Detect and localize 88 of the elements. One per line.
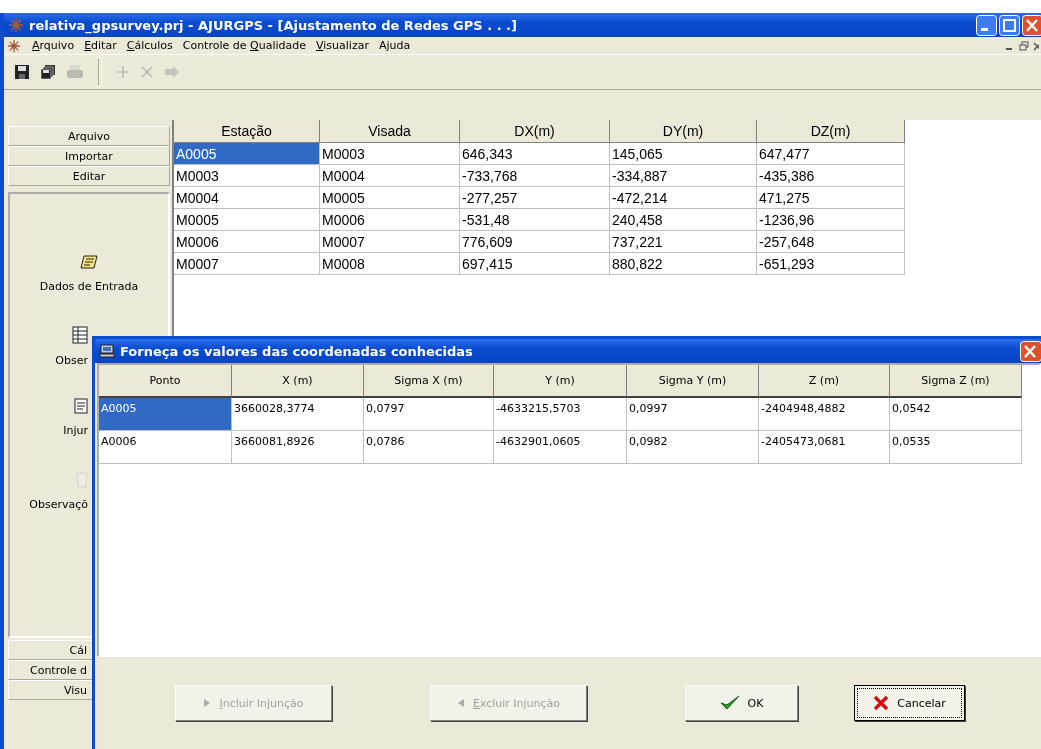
table-cell: 0,0797 (364, 398, 494, 431)
menu-item[interactable]: Visualizar (316, 39, 369, 52)
play-icon (203, 699, 212, 707)
table-cell: A0005 (174, 143, 320, 165)
column-header[interactable]: Visada (320, 120, 460, 143)
column-header[interactable]: Z (m) (759, 365, 890, 398)
close-icon[interactable] (1033, 40, 1039, 51)
column-header[interactable]: Y (m) (494, 365, 627, 398)
table-cell: 0,0982 (627, 431, 759, 464)
menu-item[interactable]: Ajuda (378, 39, 411, 52)
table-cell: 737,221 (610, 231, 757, 253)
table-cell: -472,214 (610, 187, 757, 209)
menu-item[interactable]: Cálculos (126, 39, 173, 52)
table-cell: M0005 (320, 187, 460, 209)
app-icon (8, 17, 24, 33)
sidebar-button[interactable]: Arquivo (8, 126, 170, 146)
form-icon (74, 398, 88, 414)
table-cell: -2405473,0681 (759, 431, 890, 464)
table-cell: -4632901,0605 (494, 431, 627, 464)
table-cell: 0,0997 (627, 398, 759, 431)
minimize-icon[interactable] (976, 14, 997, 36)
maximize-icon[interactable] (999, 14, 1020, 36)
column-header[interactable]: Sigma X (m) (364, 365, 494, 398)
column-header[interactable]: X (m) (232, 365, 364, 398)
table-icon (72, 326, 88, 344)
table-cell: -1236,96 (757, 209, 905, 231)
column-header[interactable]: DY(m) (610, 120, 757, 143)
table-cell: A0005 (99, 398, 232, 431)
back-icon (456, 699, 465, 707)
table-cell: 697,415 (460, 253, 610, 275)
table-cell: M0007 (320, 231, 460, 253)
table-cell: 3660028,3774 (232, 398, 364, 431)
sidebar-item[interactable]: Dados de Entrada (39, 280, 139, 293)
table-cell: 0,0535 (890, 431, 1022, 464)
table-cell: M0003 (320, 143, 460, 165)
window-title: relativa_gpsurvey.prj - AJURGPS - [Ajustamento de Redes GPS . . .] (29, 17, 518, 33)
menu-item[interactable]: Arquivo (32, 39, 75, 52)
sidebar-item[interactable]: Injur (63, 424, 88, 437)
table-cell: -651,293 (757, 253, 905, 275)
column-header[interactable]: DX(m) (460, 120, 610, 143)
app-icon (6, 38, 22, 53)
check-icon (719, 695, 740, 711)
table-cell: -531,48 (460, 209, 610, 231)
table-cell: M0006 (320, 209, 460, 231)
table-cell: 471,275 (757, 187, 905, 209)
column-header[interactable]: Sigma Y (m) (627, 365, 759, 398)
table-cell: A0006 (99, 431, 232, 464)
column-header[interactable]: Estação (174, 120, 320, 143)
table-cell: -277,257 (460, 187, 610, 209)
table-cell: 240,458 (610, 209, 757, 231)
table-cell: -2404948,4882 (759, 398, 890, 431)
sidebar-button[interactable]: Editar (8, 166, 170, 186)
table-cell: 0,0786 (364, 431, 494, 464)
cross-icon (873, 695, 890, 711)
notepad-icon (80, 254, 98, 270)
table-cell: -435,386 (757, 165, 905, 187)
table-cell: 0,0542 (890, 398, 1022, 431)
restore-icon[interactable] (1019, 40, 1029, 51)
table-cell: 145,065 (610, 143, 757, 165)
dialog-title: Forneça os valores das coordenadas conhecidas (120, 343, 474, 359)
table-cell: 647,477 (757, 143, 905, 165)
table-cell: -257,648 (757, 231, 905, 253)
computer-icon (99, 344, 115, 358)
table-cell: M0004 (320, 165, 460, 187)
column-header[interactable]: Sigma Z (m) (890, 365, 1022, 398)
table-cell: 880,822 (610, 253, 757, 275)
table-cell: -733,768 (460, 165, 610, 187)
table-cell: M0007 (174, 253, 320, 275)
column-header[interactable]: Ponto (99, 365, 232, 398)
table-cell: M0006 (174, 231, 320, 253)
sidebar-button[interactable]: Importar (8, 146, 170, 166)
table-cell: -334,887 (610, 165, 757, 187)
table-cell: 646,343 (460, 143, 610, 165)
cancel-button[interactable]: Cancelar (854, 685, 965, 721)
menu-item[interactable]: Controle de Qualidade (182, 39, 306, 52)
table-cell: -4633215,5703 (494, 398, 627, 431)
table-cell: 776,609 (460, 231, 610, 253)
menu-item[interactable]: Editar (84, 39, 117, 52)
floppy-disks-icon[interactable] (40, 64, 56, 80)
table-cell: M0008 (320, 253, 460, 275)
ok-button[interactable]: OK (685, 685, 798, 721)
column-header[interactable]: DZ(m) (757, 120, 905, 143)
table-cell: 3660081,8926 (232, 431, 364, 464)
trash-icon (76, 470, 88, 488)
table-cell: M0003 (174, 165, 320, 187)
table-cell: M0004 (174, 187, 320, 209)
sidebar-item[interactable]: Obser (55, 354, 88, 367)
table-cell: M0005 (174, 209, 320, 231)
